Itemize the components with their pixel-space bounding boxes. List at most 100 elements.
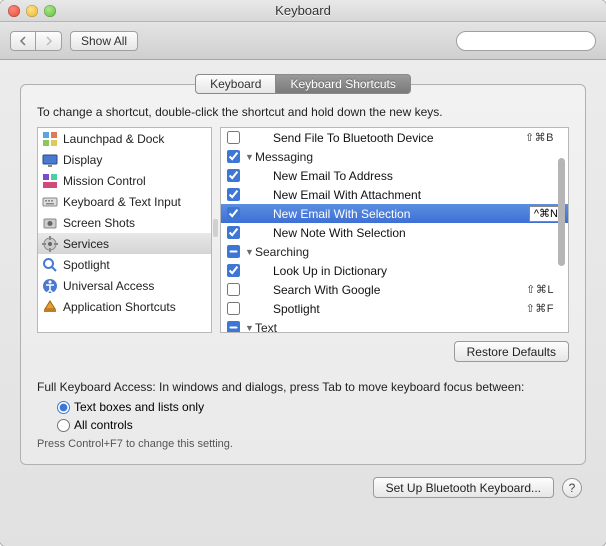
- service-checkbox-cell: [221, 131, 245, 144]
- tab-keyboard[interactable]: Keyboard: [195, 74, 276, 94]
- disclosure-triangle-icon[interactable]: ▼: [245, 247, 255, 257]
- service-item-row[interactable]: New Email With Selection^⌘N: [221, 204, 568, 223]
- chevron-right-icon: [45, 36, 53, 46]
- service-label: New Email To Address: [255, 169, 568, 183]
- tab-keyboard-shortcuts[interactable]: Keyboard Shortcuts: [276, 74, 410, 94]
- disclosure-triangle-icon[interactable]: ▼: [245, 323, 255, 333]
- fka-hint: Press Control+F7 to change this setting.: [37, 438, 569, 450]
- scrollbar[interactable]: [556, 130, 566, 330]
- service-checkbox[interactable]: [227, 226, 240, 239]
- service-checkbox[interactable]: [227, 283, 240, 296]
- service-label: Send File To Bluetooth Device: [255, 131, 525, 145]
- disclosure-triangle-icon[interactable]: ▼: [245, 152, 255, 162]
- category-row[interactable]: Keyboard & Text Input: [38, 191, 211, 212]
- service-label: Messaging: [255, 150, 568, 164]
- category-row[interactable]: Application Shortcuts: [38, 296, 211, 317]
- service-checkbox-cell: [221, 150, 245, 163]
- radio-all-controls[interactable]: All controls: [57, 416, 569, 434]
- service-label: Search With Google: [255, 283, 526, 297]
- bottom-row: Set Up Bluetooth Keyboard... ?: [20, 477, 586, 498]
- service-checkbox-cell: [221, 169, 245, 182]
- service-item-row[interactable]: Send File To Bluetooth Device⇧⌘B: [221, 128, 568, 147]
- scroll-thumb[interactable]: [558, 158, 565, 266]
- search-field[interactable]: [456, 31, 596, 51]
- category-row[interactable]: Spotlight: [38, 254, 211, 275]
- radio-text-boxes-only[interactable]: Text boxes and lists only: [57, 398, 569, 416]
- shortcut-list[interactable]: Send File To Bluetooth Device⇧⌘B▼Messagi…: [220, 127, 569, 333]
- service-item-row[interactable]: New Note With Selection: [221, 223, 568, 242]
- service-checkbox[interactable]: [227, 264, 240, 277]
- toolbar: Show All: [0, 22, 606, 60]
- display-icon: [42, 152, 58, 168]
- service-checkbox[interactable]: [227, 207, 240, 220]
- service-item-row[interactable]: Spotlight⇧⌘F: [221, 299, 568, 318]
- service-label: Searching: [255, 245, 568, 259]
- minimize-icon[interactable]: [26, 5, 38, 17]
- service-item-row[interactable]: New Email With Attachment: [221, 185, 568, 204]
- service-group-row[interactable]: ▼Text: [221, 318, 568, 333]
- full-keyboard-access: Full Keyboard Access: In windows and dia…: [37, 380, 569, 450]
- category-label: Universal Access: [63, 279, 154, 293]
- category-row[interactable]: Launchpad & Dock: [38, 128, 211, 149]
- keyboard-icon: [42, 194, 58, 210]
- service-item-row[interactable]: Look Up in Dictionary: [221, 261, 568, 280]
- service-checkbox-cell: [221, 188, 245, 201]
- category-label: Screen Shots: [63, 216, 135, 230]
- service-checkbox[interactable]: [227, 302, 240, 315]
- service-checkbox[interactable]: [227, 188, 240, 201]
- radio-label: All controls: [74, 418, 133, 432]
- show-all-button[interactable]: Show All: [70, 31, 138, 51]
- restore-defaults-button[interactable]: Restore Defaults: [454, 341, 569, 362]
- service-checkbox[interactable]: [227, 150, 240, 163]
- service-label: New Note With Selection: [255, 226, 568, 240]
- service-checkbox-cell: [221, 245, 245, 258]
- launchpad-icon: [42, 131, 58, 147]
- radio-text-boxes-input[interactable]: [57, 401, 70, 414]
- columns: Launchpad & Dock Display Mission Control Ke…: [37, 127, 569, 333]
- service-label: Text: [255, 321, 568, 334]
- category-row[interactable]: Services: [38, 233, 211, 254]
- shortcuts-panel: To change a shortcut, double-click the s…: [20, 84, 586, 465]
- radio-all-controls-input[interactable]: [57, 419, 70, 432]
- category-row[interactable]: Screen Shots: [38, 212, 211, 233]
- chevron-left-icon: [19, 36, 27, 46]
- category-row[interactable]: Mission Control: [38, 170, 211, 191]
- category-label: Keyboard & Text Input: [63, 195, 181, 209]
- titlebar: Keyboard: [0, 0, 606, 22]
- service-item-row[interactable]: New Email To Address: [221, 166, 568, 185]
- category-label: Services: [63, 237, 109, 251]
- service-checkbox[interactable]: [227, 321, 240, 333]
- service-checkbox-cell: [221, 302, 245, 315]
- service-checkbox-cell: [221, 226, 245, 239]
- category-row[interactable]: Universal Access: [38, 275, 211, 296]
- screenshot-icon: [42, 215, 58, 231]
- service-group-row[interactable]: ▼Messaging: [221, 147, 568, 166]
- column-resize-handle[interactable]: [213, 219, 218, 237]
- search-input[interactable]: [467, 35, 590, 47]
- zoom-icon[interactable]: [44, 5, 56, 17]
- service-checkbox-cell: [221, 207, 245, 220]
- category-label: Display: [63, 153, 102, 167]
- radio-label: Text boxes and lists only: [74, 400, 204, 414]
- instruction-text: To change a shortcut, double-click the s…: [37, 105, 569, 119]
- category-list[interactable]: Launchpad & Dock Display Mission Control Ke…: [37, 127, 212, 333]
- back-button[interactable]: [10, 31, 36, 51]
- service-checkbox[interactable]: [227, 131, 240, 144]
- category-row[interactable]: Display: [38, 149, 211, 170]
- forward-button[interactable]: [36, 31, 62, 51]
- setup-bluetooth-button[interactable]: Set Up Bluetooth Keyboard...: [373, 477, 554, 498]
- apps-icon: [42, 299, 58, 315]
- close-icon[interactable]: [8, 5, 20, 17]
- category-label: Mission Control: [63, 174, 146, 188]
- services-icon: [42, 236, 58, 252]
- fka-intro: Full Keyboard Access: In windows and dia…: [37, 380, 569, 394]
- nav-buttons: [10, 31, 62, 51]
- service-label: Spotlight: [255, 302, 526, 316]
- service-checkbox[interactable]: [227, 245, 240, 258]
- preferences-window: Keyboard Show All Keyboard Keyboard Shor…: [0, 0, 606, 546]
- service-checkbox[interactable]: [227, 169, 240, 182]
- service-group-row[interactable]: ▼Searching: [221, 242, 568, 261]
- service-item-row[interactable]: Search With Google⇧⌘L: [221, 280, 568, 299]
- help-button[interactable]: ?: [562, 478, 582, 498]
- service-label: Look Up in Dictionary: [255, 264, 568, 278]
